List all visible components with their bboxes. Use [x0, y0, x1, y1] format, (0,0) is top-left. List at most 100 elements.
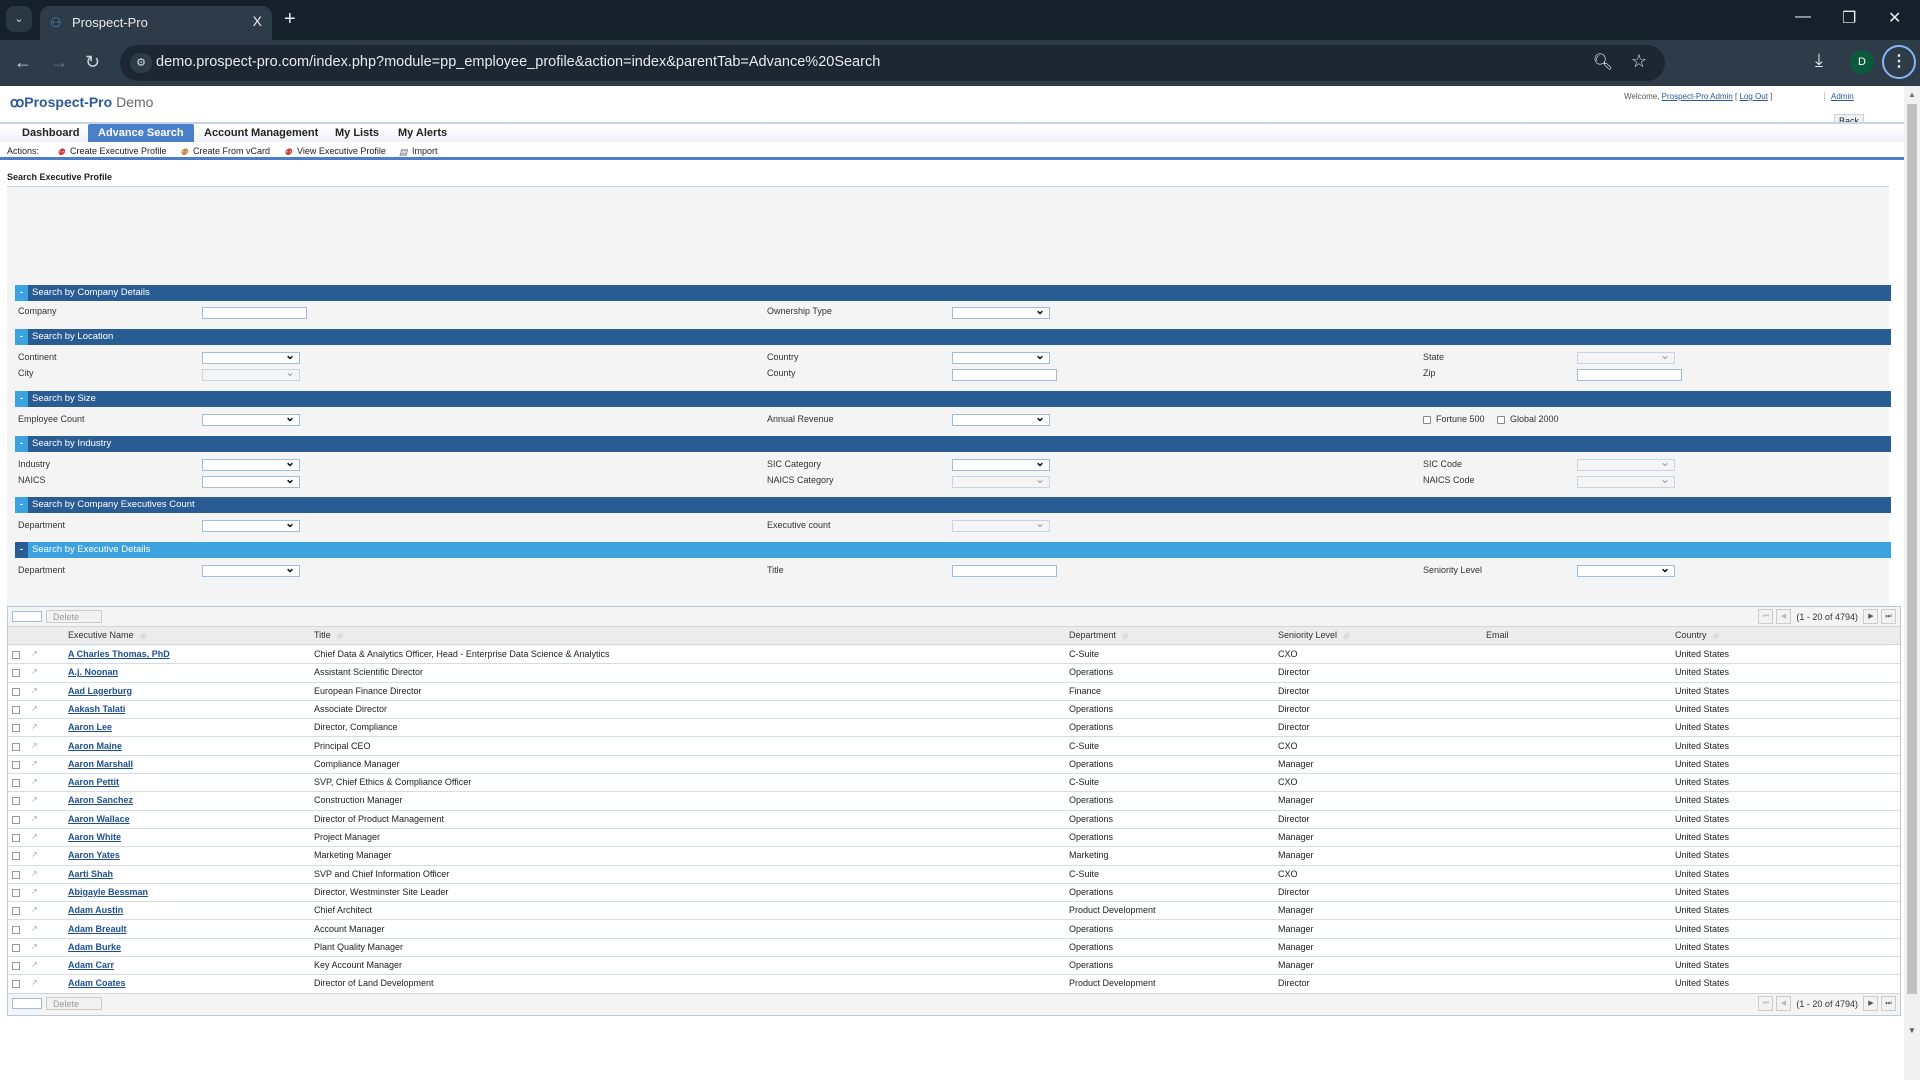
sic-category-select[interactable]: [952, 455, 1050, 471]
edit-icon[interactable]: ↗: [31, 777, 39, 786]
edit-icon[interactable]: ↗: [31, 869, 39, 878]
row-checkbox[interactable]: [12, 742, 20, 751]
site-info-icon[interactable]: ⚙: [130, 53, 152, 73]
executive-name-link[interactable]: Abigayle Bessman: [68, 887, 148, 897]
tab-search-menu-button[interactable]: ⌄: [6, 6, 32, 32]
executive-count-select[interactable]: [952, 516, 1050, 532]
sort-icon[interactable]: ◎: [1343, 633, 1349, 640]
edit-icon[interactable]: ↗: [31, 759, 39, 768]
executive-name-link[interactable]: Aaron Sanchez: [68, 795, 133, 805]
collapse-icon[interactable]: -: [15, 542, 28, 558]
select-all-dropdown-bottom[interactable]: [12, 998, 42, 1009]
prev-page-icon[interactable]: ◀: [1775, 996, 1791, 1011]
annual-revenue-select[interactable]: [952, 410, 1050, 426]
county-input[interactable]: [952, 369, 1057, 381]
executive-name-link[interactable]: Aakash Talati: [68, 704, 125, 714]
tab-account-management[interactable]: Account Management: [194, 124, 328, 144]
industry-select[interactable]: [202, 455, 300, 471]
executive-name-link[interactable]: Aaron Wallace: [68, 814, 130, 824]
section-location[interactable]: - Search by Location: [15, 329, 1891, 345]
sort-icon[interactable]: ◎: [337, 633, 343, 640]
forward-icon[interactable]: →: [50, 52, 68, 73]
col-executive-name[interactable]: Executive Name ◎: [68, 630, 146, 640]
page-scrollbar[interactable]: ▲ ▼: [1904, 86, 1920, 1080]
edit-icon[interactable]: ↗: [31, 649, 39, 658]
naics-select[interactable]: [202, 472, 300, 488]
section-executives-count[interactable]: - Search by Company Executives Count: [15, 497, 1891, 513]
edit-icon[interactable]: ↗: [31, 960, 39, 969]
collapse-icon[interactable]: -: [15, 391, 28, 407]
naics-code-select[interactable]: [1577, 472, 1675, 488]
col-department[interactable]: Department ◎: [1069, 630, 1128, 640]
executive-name-link[interactable]: Aaron White: [68, 832, 121, 842]
close-window-icon[interactable]: ✕: [1888, 8, 1901, 28]
ownership-type-select[interactable]: [952, 303, 1050, 319]
user-name-link[interactable]: Prospect-Pro Admin: [1662, 92, 1733, 101]
executive-name-link[interactable]: Aarti Shah: [68, 869, 113, 879]
global2000-checkbox[interactable]: [1497, 416, 1505, 424]
edit-icon[interactable]: ↗: [31, 924, 39, 933]
tab-my-alerts[interactable]: My Alerts: [388, 124, 457, 144]
row-checkbox[interactable]: [12, 815, 20, 824]
zip-input[interactable]: [1577, 369, 1682, 381]
scroll-down-icon[interactable]: ▼: [1908, 1026, 1916, 1035]
row-checkbox[interactable]: [12, 687, 20, 696]
naics-category-select[interactable]: [952, 472, 1050, 488]
row-checkbox[interactable]: [12, 852, 20, 861]
city-select[interactable]: [202, 365, 300, 381]
executive-name-link[interactable]: Adam Coates: [68, 978, 126, 988]
department-details-select[interactable]: [202, 561, 300, 577]
section-company-details[interactable]: - Search by Company Details: [15, 285, 1891, 301]
row-checkbox[interactable]: [12, 943, 20, 952]
row-checkbox[interactable]: [12, 779, 20, 788]
view-executive-profile-action[interactable]: ⚉ View Executive Profile: [284, 146, 386, 157]
section-industry[interactable]: - Search by Industry: [15, 436, 1891, 452]
title-input[interactable]: [952, 565, 1057, 577]
row-checkbox[interactable]: [12, 724, 20, 733]
sort-icon[interactable]: ◎: [1122, 633, 1128, 640]
app-logo[interactable]: ꝏProspect-Pro Demo: [10, 94, 153, 111]
profile-avatar[interactable]: D: [1850, 50, 1874, 74]
reload-icon[interactable]: ↻: [85, 52, 100, 73]
row-checkbox[interactable]: [12, 760, 20, 769]
tab-dashboard[interactable]: Dashboard: [12, 124, 89, 144]
new-tab-button[interactable]: +: [284, 8, 296, 31]
executive-name-link[interactable]: Aaron Marshall: [68, 759, 133, 769]
minimize-icon[interactable]: —: [1795, 8, 1811, 26]
edit-icon[interactable]: ↗: [31, 741, 39, 750]
executive-name-link[interactable]: A.j. Noonan: [68, 667, 118, 677]
row-checkbox[interactable]: [12, 925, 20, 934]
executive-name-link[interactable]: Adam Carr: [68, 960, 114, 970]
browser-menu-icon[interactable]: ⋮: [1882, 45, 1916, 79]
zoom-icon[interactable]: 🔍︎: [1593, 52, 1613, 72]
edit-icon[interactable]: ↗: [31, 942, 39, 951]
row-checkbox[interactable]: [12, 888, 20, 897]
row-checkbox[interactable]: [12, 797, 20, 806]
row-checkbox[interactable]: [12, 669, 20, 678]
tab-my-lists[interactable]: My Lists: [325, 124, 389, 144]
country-select[interactable]: [952, 348, 1050, 364]
col-title[interactable]: Title ◎: [314, 630, 343, 640]
row-checkbox[interactable]: [12, 705, 20, 714]
state-select[interactable]: [1577, 348, 1675, 364]
executive-name-link[interactable]: Aaron Pettit: [68, 777, 119, 787]
executive-name-link[interactable]: Adam Austin: [68, 905, 123, 915]
admin-link[interactable]: Admin: [1831, 92, 1854, 101]
sort-icon[interactable]: ◎: [1713, 633, 1719, 640]
first-page-icon[interactable]: ⏮: [1758, 996, 1774, 1011]
bookmark-star-icon[interactable]: ☆: [1631, 51, 1647, 72]
prev-page-icon[interactable]: ◀: [1775, 609, 1791, 624]
edit-icon[interactable]: ↗: [31, 795, 39, 804]
executive-name-link[interactable]: Aaron Yates: [68, 850, 120, 860]
edit-icon[interactable]: ↗: [31, 887, 39, 896]
first-page-icon[interactable]: ⏮: [1758, 609, 1774, 624]
seniority-level-select[interactable]: [1577, 561, 1675, 577]
browser-tab[interactable]: ⚇ Prospect-Pro X: [40, 6, 272, 40]
row-checkbox[interactable]: [12, 834, 20, 842]
collapse-icon[interactable]: -: [15, 329, 28, 345]
last-page-icon[interactable]: ⏭: [1881, 996, 1896, 1011]
row-checkbox[interactable]: [12, 870, 20, 879]
scrollbar-thumb[interactable]: [1907, 104, 1917, 994]
url-field[interactable]: ⚙ demo.prospect-pro.com/index.php?module…: [120, 45, 1665, 81]
row-checkbox[interactable]: [12, 962, 20, 971]
